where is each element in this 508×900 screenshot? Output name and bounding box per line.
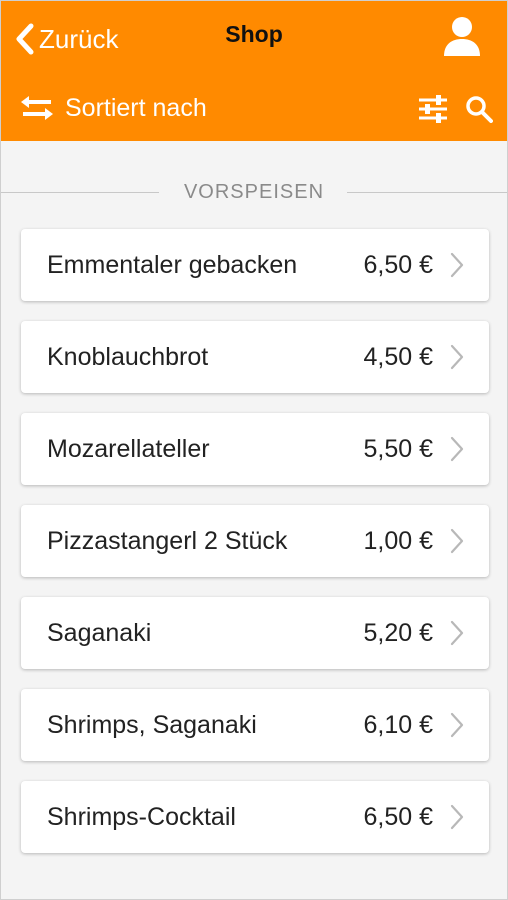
item-name: Saganaki xyxy=(47,619,152,647)
page-title: Shop xyxy=(225,21,283,47)
swap-arrows-icon xyxy=(21,96,53,120)
list-item[interactable]: Knoblauchbrot 4,50 € xyxy=(21,321,489,393)
chevron-right-icon xyxy=(450,344,464,370)
divider-right xyxy=(347,192,507,193)
sort-row: Sortiert nach xyxy=(1,75,507,141)
item-price: 6,50 € xyxy=(363,251,433,279)
filter-sliders-icon[interactable] xyxy=(417,93,449,125)
header-row: Zurück Shop xyxy=(1,1,507,75)
search-icon[interactable] xyxy=(465,95,493,123)
chevron-right-icon xyxy=(450,252,464,278)
list-item[interactable]: Shrimps-Cocktail 6,50 € xyxy=(21,781,489,853)
item-price: 5,50 € xyxy=(363,435,433,463)
item-price: 6,50 € xyxy=(363,803,433,831)
item-price: 1,00 € xyxy=(363,527,433,555)
list-item[interactable]: Saganaki 5,20 € xyxy=(21,597,489,669)
item-price: 5,20 € xyxy=(363,619,433,647)
sort-label: Sortiert nach xyxy=(65,93,207,122)
user-icon[interactable] xyxy=(443,15,481,57)
list-item[interactable]: Shrimps, Saganaki 6,10 € xyxy=(21,689,489,761)
list-item[interactable]: Emmentaler gebacken 6,50 € xyxy=(21,229,489,301)
chevron-right-icon xyxy=(450,436,464,462)
app-frame: Zurück Shop Sortiert nach VORSPEISEN Emm… xyxy=(0,0,508,900)
item-name: Emmentaler gebacken xyxy=(47,251,298,279)
chevron-right-icon xyxy=(450,712,464,738)
section-header: VORSPEISEN xyxy=(1,173,507,209)
item-name: Pizzastangerl 2 Stück xyxy=(47,527,288,555)
chevron-right-icon xyxy=(450,528,464,554)
item-name: Mozarellateller xyxy=(47,435,210,463)
item-name: Knoblauchbrot xyxy=(47,343,209,371)
chevron-right-icon xyxy=(450,804,464,830)
item-name: Shrimps, Saganaki xyxy=(47,711,257,739)
list-item[interactable]: Mozarellateller 5,50 € xyxy=(21,413,489,485)
sort-button[interactable]: Sortiert nach xyxy=(19,89,207,127)
item-price: 4,50 € xyxy=(363,343,433,371)
item-price: 6,10 € xyxy=(363,711,433,739)
item-name: Shrimps-Cocktail xyxy=(47,803,236,831)
top-bar: Zurück Shop Sortiert nach xyxy=(1,1,507,141)
chevron-right-icon xyxy=(450,620,464,646)
list-item[interactable]: Pizzastangerl 2 Stück 1,00 € xyxy=(21,505,489,577)
